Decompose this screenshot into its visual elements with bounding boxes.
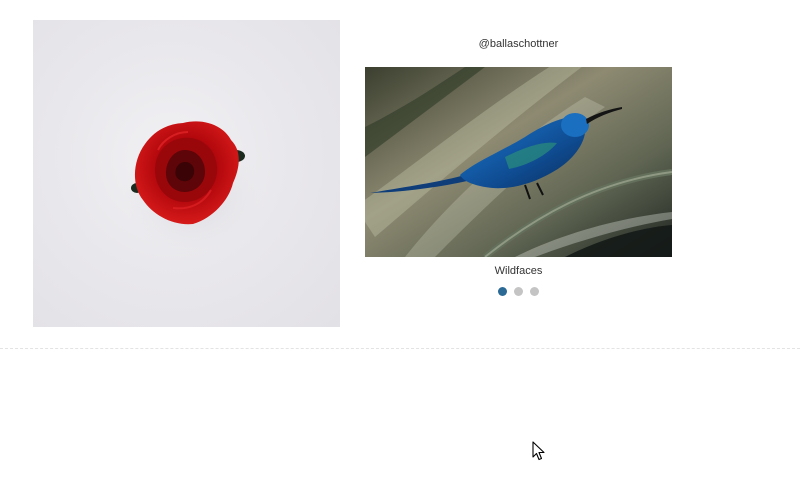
carousel-dot-3[interactable]	[530, 287, 539, 296]
hummingbird-photo[interactable]	[365, 67, 672, 257]
rose-icon	[123, 121, 263, 255]
slide-caption[interactable]: Wildfaces	[365, 265, 672, 277]
carousel-dot-1[interactable]	[498, 287, 507, 296]
page: @ballaschottner Wildfaces	[0, 0, 800, 487]
hummingbird-icon	[365, 67, 672, 257]
mouse-cursor-icon	[532, 441, 545, 461]
carousel-dot-2[interactable]	[514, 287, 523, 296]
author-handle[interactable]: @ballaschottner	[365, 38, 672, 50]
carousel-pagination	[365, 287, 672, 296]
section-divider	[0, 348, 800, 349]
rose-photo[interactable]	[33, 20, 340, 327]
